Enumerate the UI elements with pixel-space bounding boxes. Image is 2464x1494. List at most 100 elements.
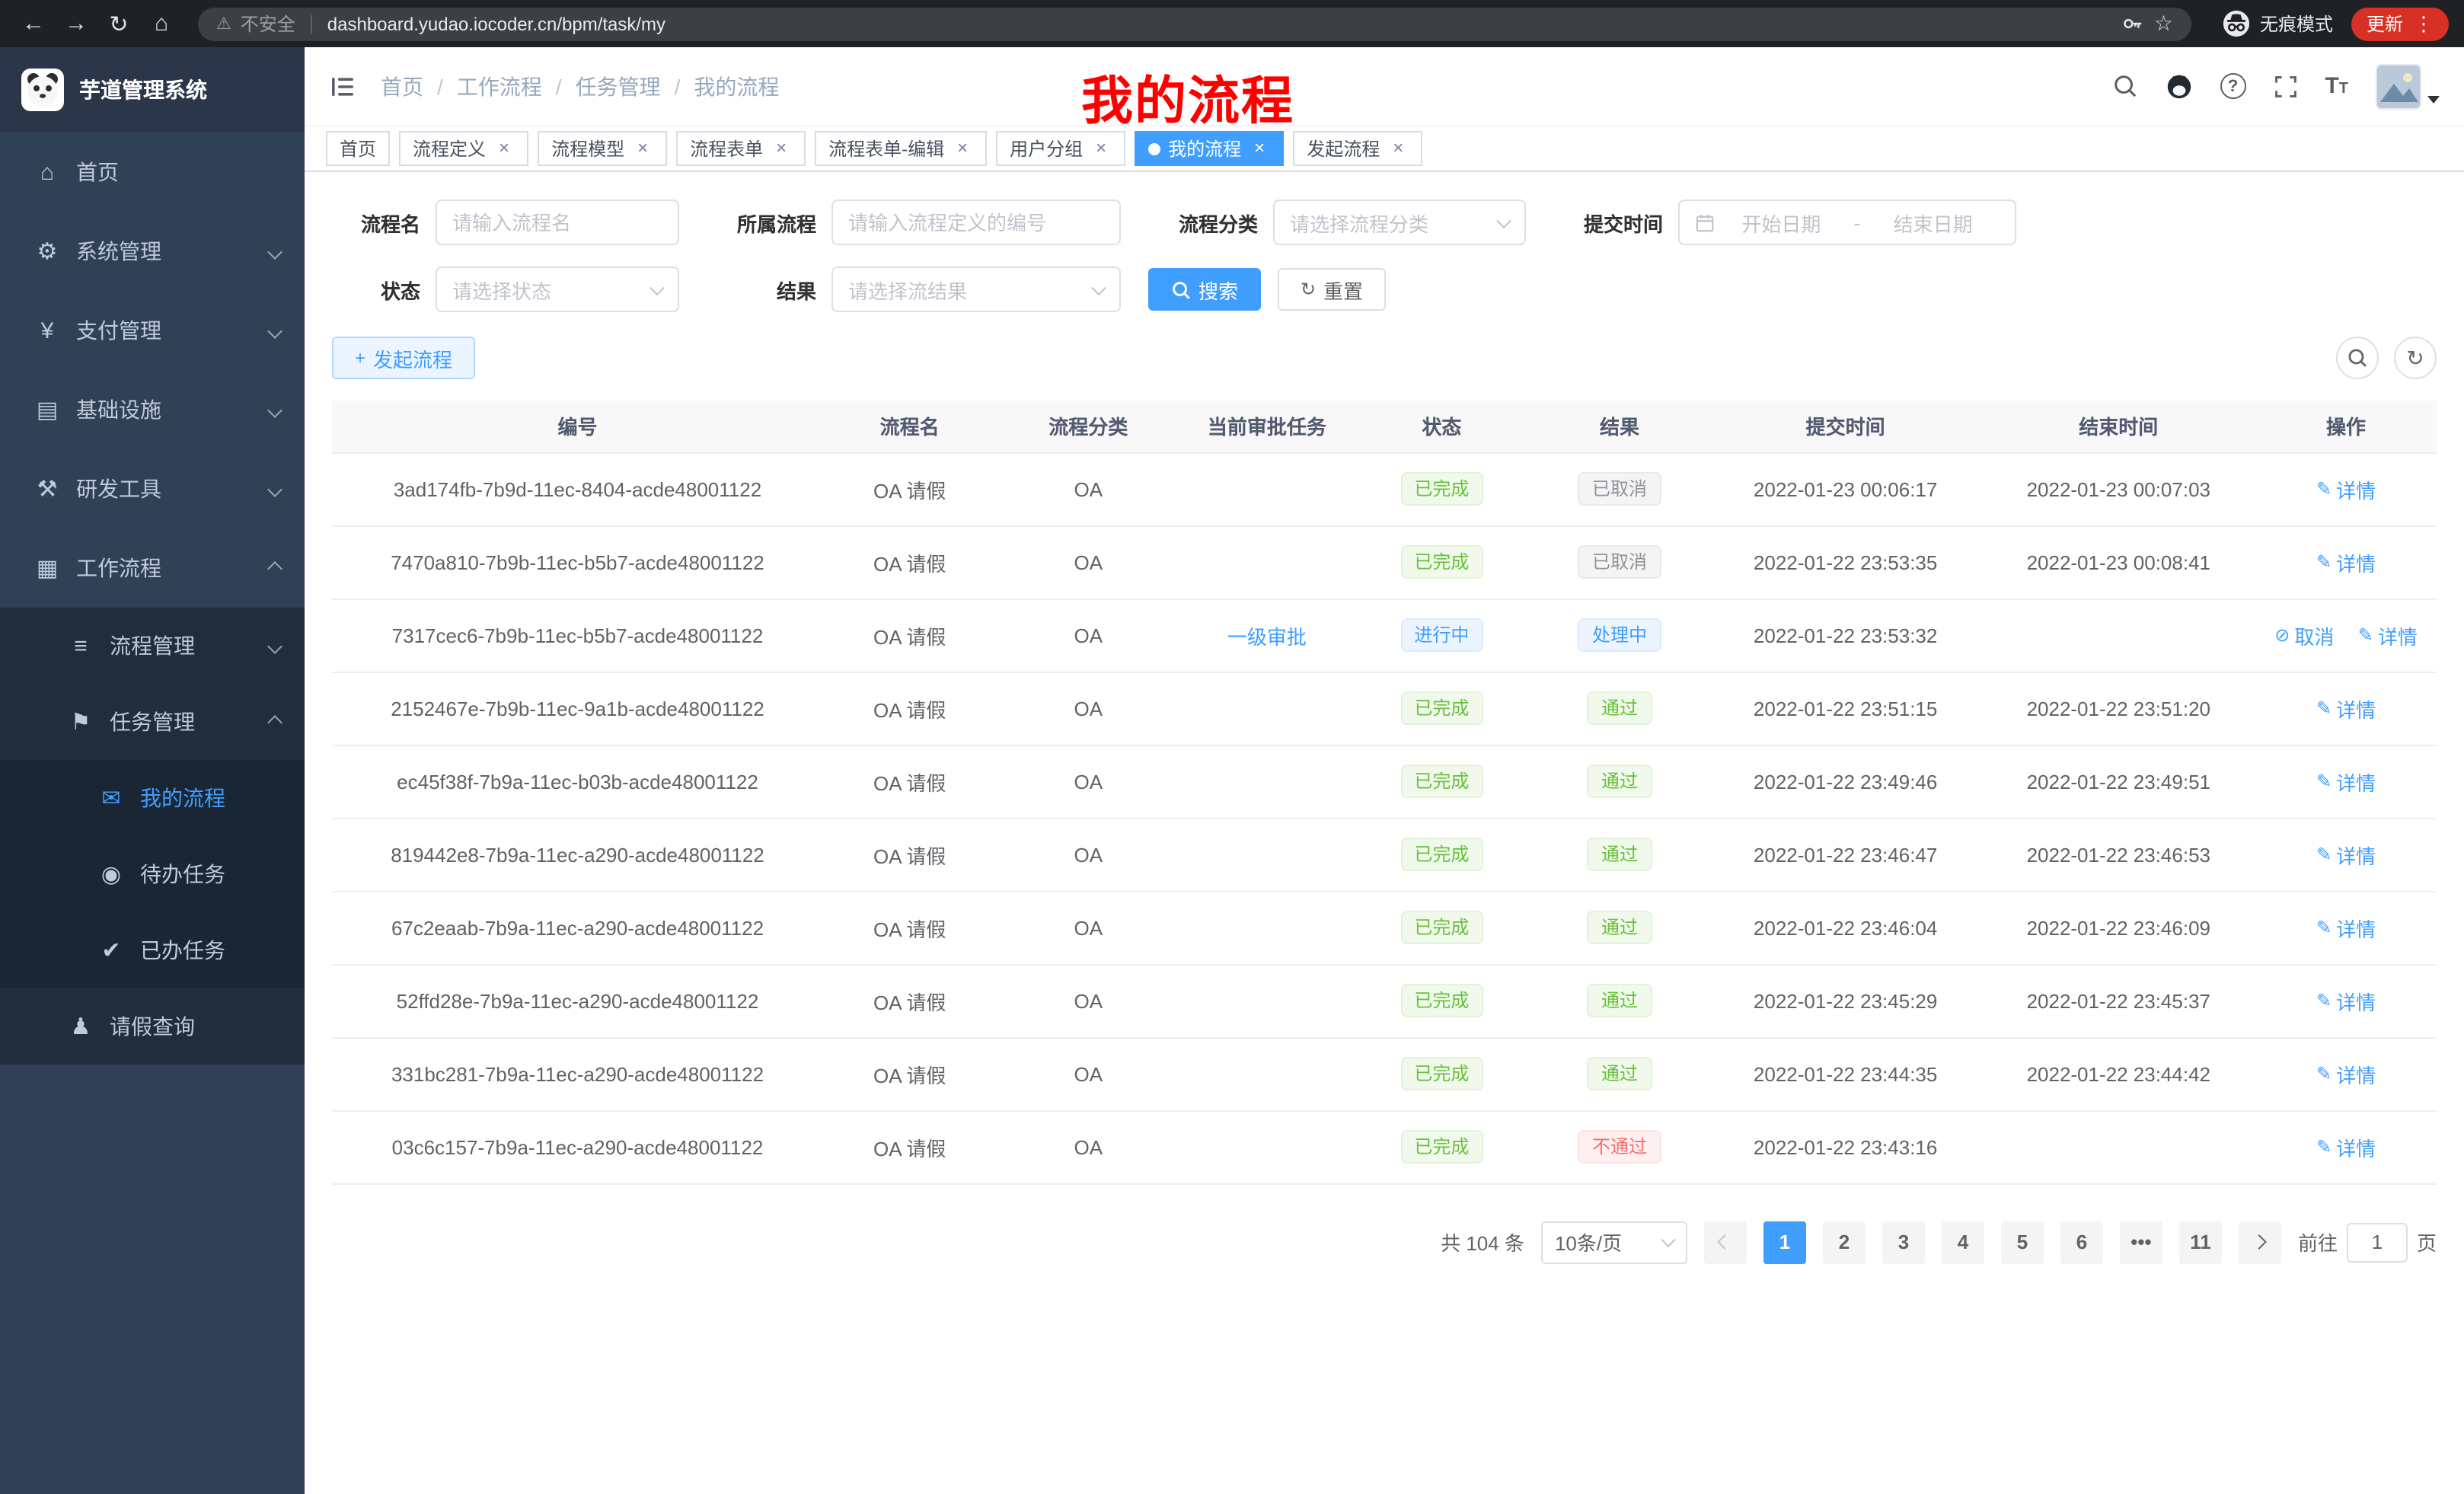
detail-button[interactable]: ✎详情	[2358, 621, 2418, 650]
page-button-2[interactable]: 2	[1823, 1221, 1866, 1263]
help-icon[interactable]: ?	[2220, 73, 2245, 99]
page-button-6[interactable]: 6	[2060, 1221, 2103, 1263]
more-pages-button[interactable]: •••	[2120, 1221, 2162, 1263]
toggle-search-button[interactable]	[2336, 337, 2379, 379]
tab-process-form-edit[interactable]: 流程表单-编辑×	[815, 131, 987, 166]
github-icon[interactable]	[2165, 72, 2192, 100]
process-def-input[interactable]	[831, 200, 1121, 245]
sidebar-item-task-management[interactable]: ⚑ 任务管理	[0, 684, 305, 760]
sidebar-item-leave-query[interactable]: ♟ 请假查询	[0, 988, 305, 1065]
result-tag: 通过	[1588, 691, 1652, 725]
tab-process-definition[interactable]: 流程定义×	[399, 131, 528, 166]
page-button-5[interactable]: 5	[2001, 1221, 2044, 1263]
close-icon[interactable]: ×	[1249, 138, 1270, 159]
breadcrumb-task-management[interactable]: 任务管理	[576, 71, 661, 101]
sidebar-item-infrastructure[interactable]: ▤ 基础设施	[0, 370, 305, 449]
tab-my-process[interactable]: 我的流程×	[1135, 131, 1284, 166]
table-row: 331bc281-7b9a-11ec-a290-acde48001122 OA …	[332, 1037, 2437, 1110]
browser-home-button[interactable]: ⌂	[143, 5, 180, 42]
chevron-down-icon	[267, 402, 282, 417]
table-row: 819442e8-7b9a-11ec-a290-acde48001122 OA …	[332, 818, 2437, 891]
browser-reload-button[interactable]: ↻	[101, 5, 137, 42]
sidebar-item-done-tasks[interactable]: ✔ 已办任务	[0, 912, 305, 988]
close-icon[interactable]: ×	[632, 138, 653, 159]
update-button[interactable]: 更新 ⋮	[2351, 7, 2449, 40]
key-icon[interactable]	[2122, 12, 2145, 35]
page-button-4[interactable]: 4	[1942, 1221, 1984, 1263]
tab-initiate-process[interactable]: 发起流程×	[1293, 131, 1422, 166]
detail-button[interactable]: ✎详情	[2316, 1132, 2376, 1161]
status-tag: 已完成	[1400, 1130, 1483, 1164]
detail-button[interactable]: ✎详情	[2316, 913, 2376, 942]
submit-time-range-input[interactable]: 开始日期 - 结束日期	[1678, 200, 2016, 245]
close-icon[interactable]: ×	[493, 138, 515, 159]
tab-user-group[interactable]: 用户分组×	[996, 131, 1125, 166]
breadcrumb-workflow[interactable]: 工作流程	[457, 71, 542, 101]
page-button-1[interactable]: 1	[1763, 1221, 1806, 1263]
cancel-button[interactable]: ⊘取消	[2274, 621, 2334, 650]
sidebar-item-system[interactable]: ⚙ 系统管理	[0, 212, 305, 291]
refresh-button[interactable]: ↻	[2394, 337, 2437, 379]
home-icon: ⌂	[30, 159, 64, 185]
cell-id: 03c6c157-7b9a-11ec-a290-acde48001122	[332, 1110, 823, 1183]
detail-button[interactable]: ✎详情	[2316, 474, 2376, 503]
workflow-submenu: ≡ 流程管理 ⚑ 任务管理 ✉ 我的流程 ◉ 待	[0, 608, 305, 1065]
cell-process-name: OA 请假	[823, 599, 996, 672]
tab-process-model[interactable]: 流程模型×	[538, 131, 667, 166]
next-page-button[interactable]	[2239, 1221, 2281, 1263]
close-icon[interactable]: ×	[1090, 138, 1112, 159]
browser-menu-icon[interactable]: ⋮	[2414, 11, 2434, 36]
prev-page-button[interactable]	[1704, 1221, 1747, 1263]
process-name-input[interactable]	[436, 200, 679, 245]
sidebar-item-home[interactable]: ⌂ 首页	[0, 132, 305, 212]
sidebar-item-devtools[interactable]: ⚒ 研发工具	[0, 449, 305, 528]
cell-process-name: OA 请假	[823, 1110, 996, 1183]
logo-image	[21, 69, 64, 111]
fullscreen-icon[interactable]	[2273, 74, 2297, 98]
tab-home[interactable]: 首页	[326, 131, 390, 166]
sidebar-item-payment[interactable]: ¥ 支付管理	[0, 291, 305, 370]
detail-button[interactable]: ✎详情	[2316, 1059, 2376, 1088]
sidebar-item-todo-tasks[interactable]: ◉ 待办任务	[0, 836, 305, 912]
bookmark-star-icon[interactable]: ☆	[2154, 11, 2173, 37]
sidebar-item-process-management[interactable]: ≡ 流程管理	[0, 608, 305, 684]
sidebar-item-workflow[interactable]: ▦ 工作流程	[0, 528, 305, 608]
goto-page-input[interactable]	[2347, 1222, 2408, 1262]
page-size-select[interactable]: 10条/页	[1541, 1221, 1687, 1263]
pagination: 共 104 条 10条/页 1 2 3 4 5 6 ••• 11	[332, 1221, 2437, 1294]
breadcrumb-home[interactable]: 首页	[381, 71, 423, 101]
status-tag: 进行中	[1400, 618, 1483, 652]
monitor-icon: ▤	[30, 396, 64, 423]
page-button-3[interactable]: 3	[1882, 1221, 1925, 1263]
initiate-process-button[interactable]: + 发起流程	[332, 337, 475, 379]
hamburger-icon[interactable]	[329, 72, 356, 100]
sidebar-item-my-process[interactable]: ✉ 我的流程	[0, 760, 305, 836]
close-icon[interactable]: ×	[771, 138, 792, 159]
category-select[interactable]: 请选择流程分类	[1273, 200, 1526, 245]
detail-button[interactable]: ✎详情	[2316, 767, 2376, 796]
detail-button[interactable]: ✎详情	[2316, 547, 2376, 576]
reset-button[interactable]: ↻ 重置	[1278, 268, 1386, 311]
browser-back-button[interactable]: ←	[15, 5, 52, 42]
browser-forward-button[interactable]: →	[58, 5, 94, 42]
status-select[interactable]: 请选择状态	[436, 267, 679, 312]
close-icon[interactable]: ×	[952, 138, 973, 159]
page-button-11[interactable]: 11	[2179, 1221, 2222, 1263]
app-logo[interactable]: 芋道管理系统	[0, 47, 305, 132]
flag-icon: ⚑	[64, 708, 97, 736]
address-bar[interactable]: ⚠ 不安全 dashboard.yudao.iocoder.cn/bpm/tas…	[198, 7, 2191, 40]
search-icon[interactable]	[2111, 73, 2137, 99]
font-size-icon[interactable]: TT	[2325, 75, 2348, 97]
user-avatar[interactable]	[2376, 63, 2440, 109]
detail-button[interactable]: ✎详情	[2316, 840, 2376, 869]
cell-category: OA	[996, 818, 1180, 891]
result-select[interactable]: 请选择流结果	[831, 267, 1121, 312]
current-task-link[interactable]: 一级审批	[1227, 625, 1307, 648]
tab-process-form[interactable]: 流程表单×	[676, 131, 806, 166]
close-icon[interactable]: ×	[1387, 138, 1409, 159]
status-label: 状态	[332, 275, 420, 304]
search-button[interactable]: 搜索	[1148, 268, 1261, 311]
detail-button[interactable]: ✎详情	[2316, 986, 2376, 1015]
cell-submit-time: 2022-01-22 23:46:04	[1709, 891, 1982, 964]
detail-button[interactable]: ✎详情	[2316, 694, 2376, 723]
